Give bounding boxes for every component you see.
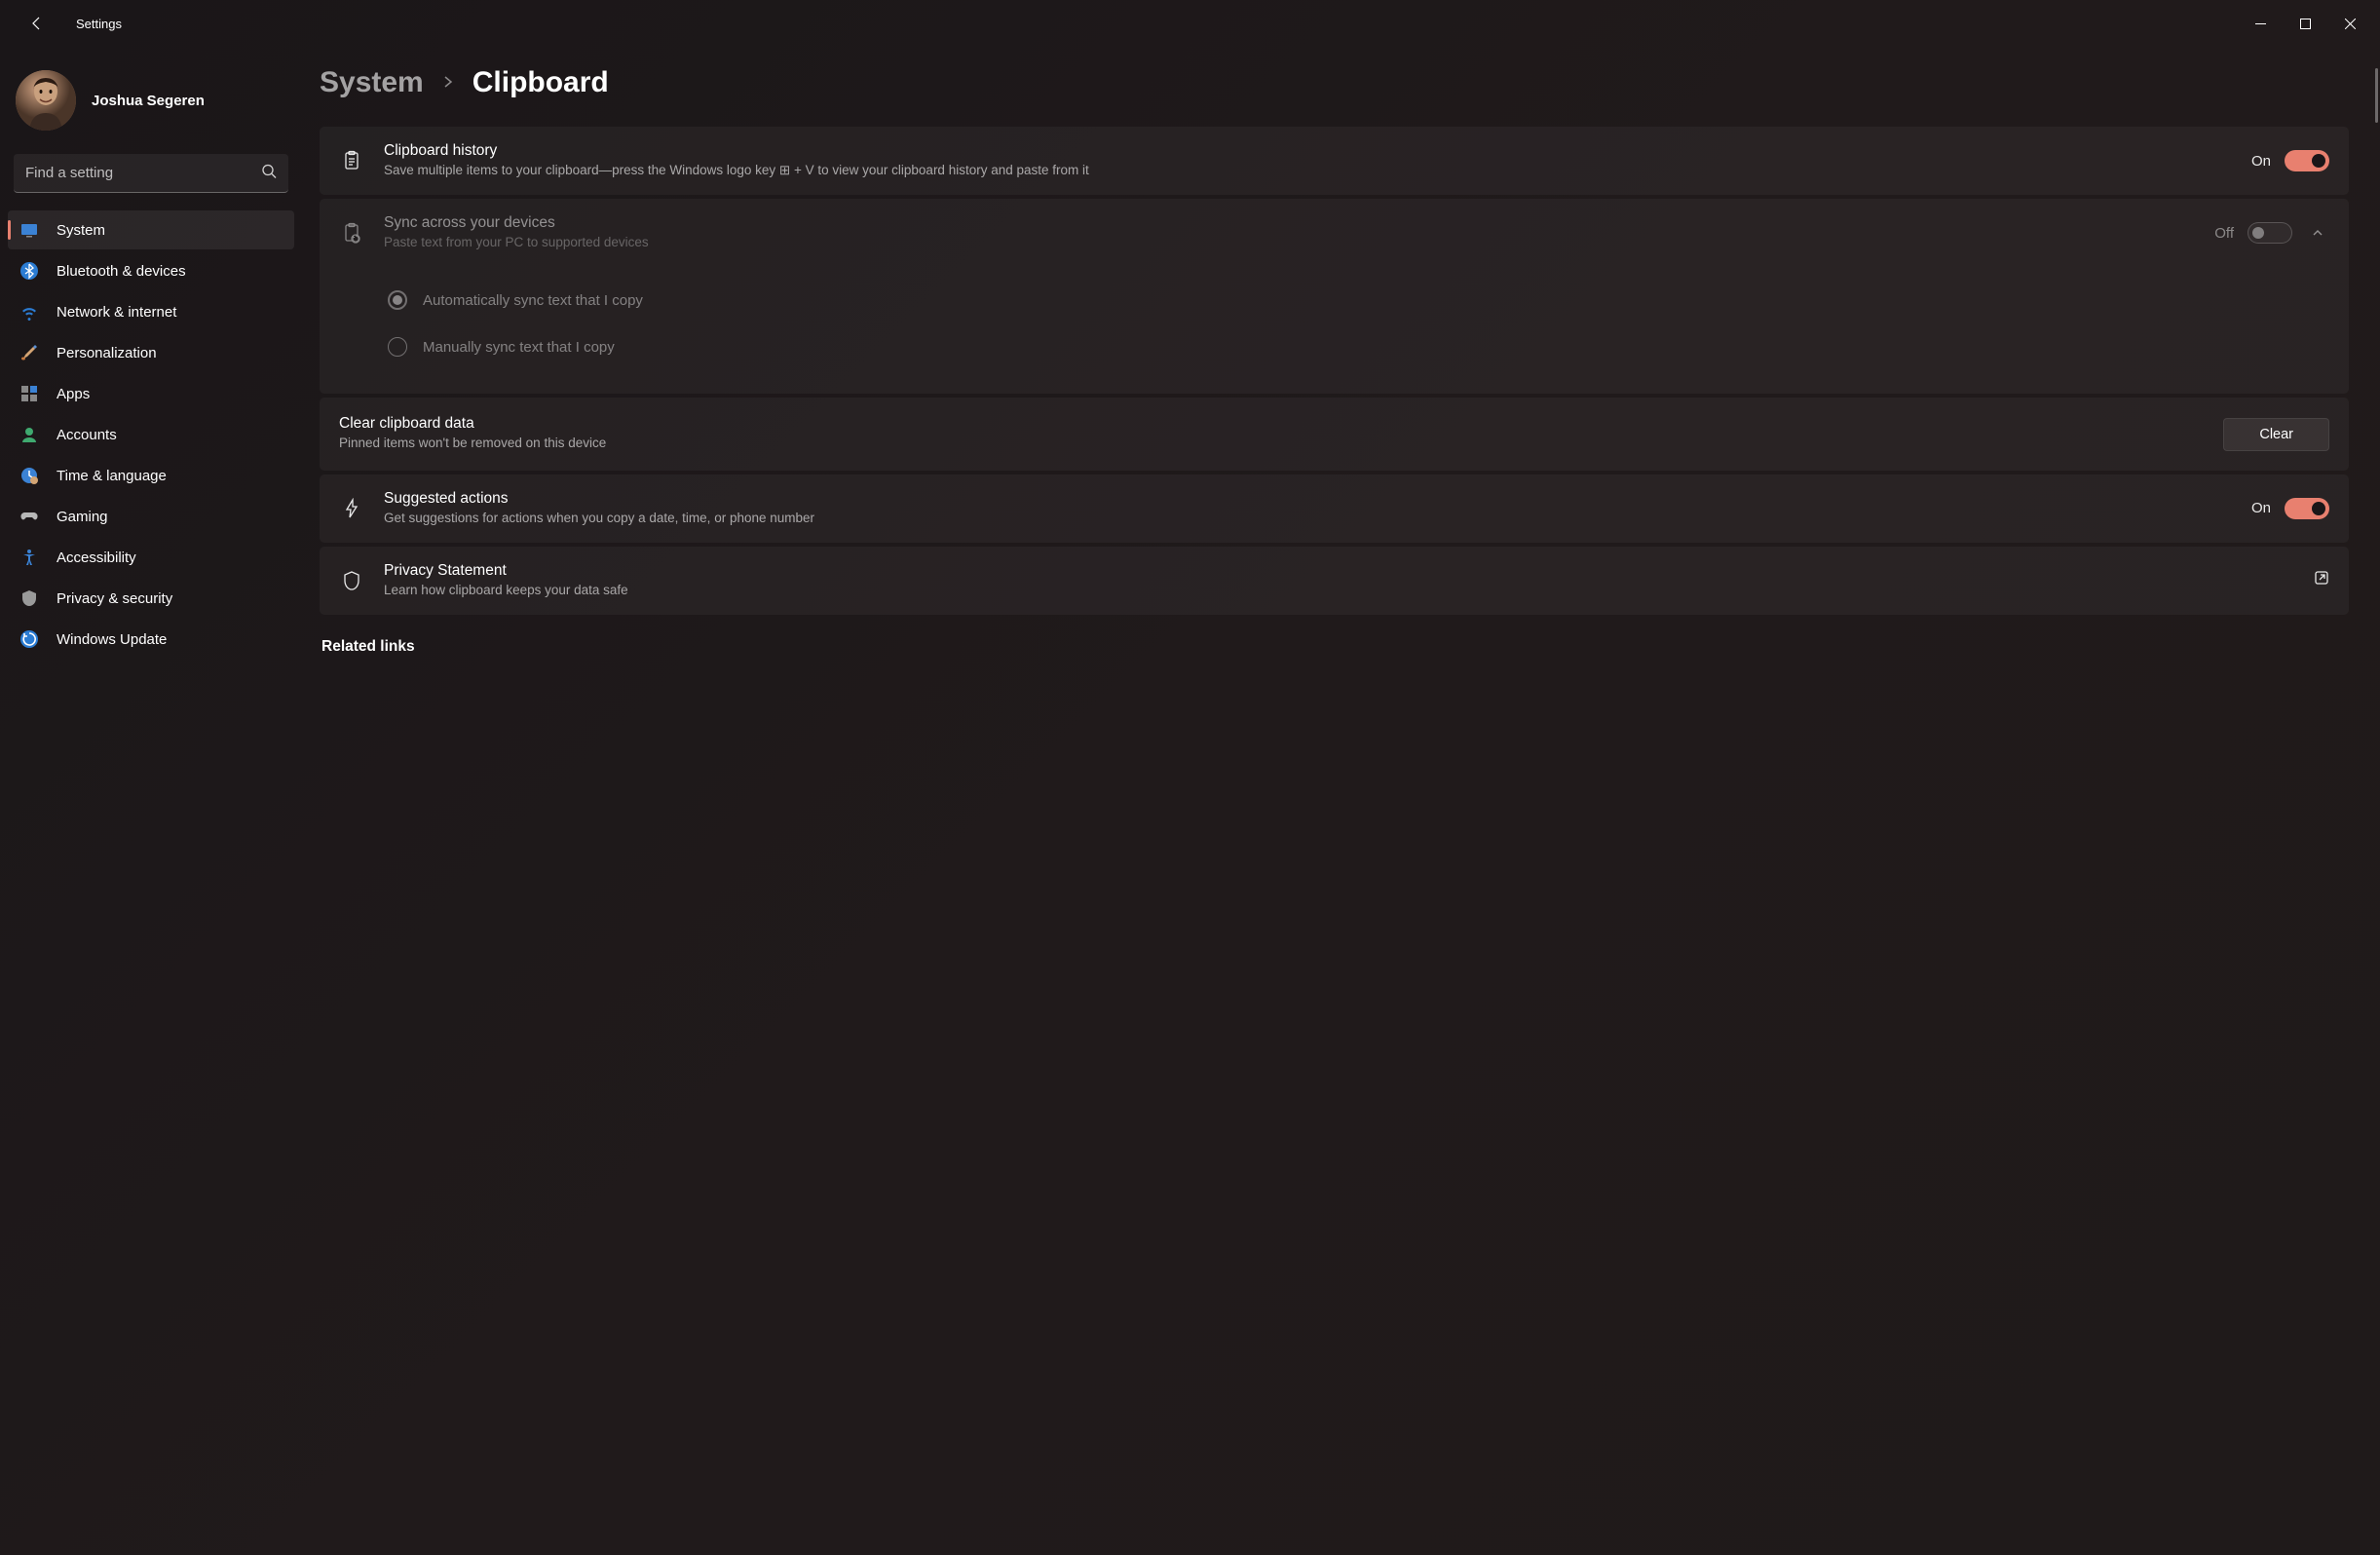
- nav-label: Gaming: [57, 509, 108, 525]
- minimize-button[interactable]: [2238, 8, 2283, 39]
- sidebar: Joshua Segeren System Bluetooth & device…: [0, 47, 302, 1555]
- sidebar-item-accounts[interactable]: Accounts: [8, 415, 294, 454]
- card-desc: Get suggestions for actions when you cop…: [384, 510, 2232, 527]
- sidebar-item-personalization[interactable]: Personalization: [8, 333, 294, 372]
- lightning-icon: [339, 498, 364, 519]
- shield-icon: [19, 588, 39, 608]
- card-desc: Paste text from your PC to supported dev…: [384, 234, 2195, 251]
- gamepad-icon: [19, 507, 39, 526]
- clear-button[interactable]: Clear: [2223, 418, 2329, 451]
- clipboard-history-toggle[interactable]: [2285, 150, 2329, 171]
- card-desc: Learn how clipboard keeps your data safe: [384, 582, 2294, 599]
- display-icon: [19, 220, 39, 240]
- main-content: System Clipboard Clipboard history Save …: [302, 47, 2380, 1555]
- chevron-right-icon: [441, 72, 455, 95]
- nav-label: Time & language: [57, 468, 167, 484]
- breadcrumb-current: Clipboard: [472, 66, 609, 99]
- radio-icon: [388, 337, 407, 357]
- search-box: [14, 154, 288, 193]
- radio-option-auto[interactable]: Automatically sync text that I copy: [388, 277, 2329, 323]
- sidebar-item-gaming[interactable]: Gaming: [8, 497, 294, 536]
- breadcrumb-parent[interactable]: System: [320, 66, 424, 99]
- scrollbar-thumb[interactable]: [2375, 68, 2378, 123]
- expand-button[interactable]: [2306, 221, 2329, 245]
- clipboard-sync-icon: [339, 222, 364, 244]
- related-links-heading: Related links: [321, 638, 2349, 656]
- radio-option-manual[interactable]: Manually sync text that I copy: [388, 323, 2329, 370]
- bluetooth-icon: [19, 261, 39, 281]
- card-clipboard-history: Clipboard history Save multiple items to…: [320, 127, 2349, 195]
- nav-label: Accounts: [57, 427, 117, 443]
- maximize-button[interactable]: [2283, 8, 2327, 39]
- update-icon: [19, 629, 39, 649]
- search-icon: [261, 164, 277, 184]
- wifi-icon: [19, 302, 39, 322]
- card-title: Sync across your devices: [384, 214, 2195, 232]
- nav-label: Personalization: [57, 345, 157, 361]
- card-clear-clipboard: Clear clipboard data Pinned items won't …: [320, 398, 2349, 470]
- search-input[interactable]: [14, 154, 288, 193]
- person-icon: [19, 425, 39, 444]
- sidebar-item-system[interactable]: System: [8, 210, 294, 249]
- suggested-actions-toggle[interactable]: [2285, 498, 2329, 519]
- card-desc: Save multiple items to your clipboard—pr…: [384, 162, 2232, 179]
- nav-label: Bluetooth & devices: [57, 263, 186, 280]
- nav-label: Windows Update: [57, 631, 167, 648]
- sidebar-item-network[interactable]: Network & internet: [8, 292, 294, 331]
- card-privacy-statement[interactable]: Privacy Statement Learn how clipboard ke…: [320, 547, 2349, 615]
- card-title: Suggested actions: [384, 490, 2232, 508]
- nav-label: System: [57, 222, 105, 239]
- close-button[interactable]: [2327, 8, 2372, 39]
- titlebar: Settings: [0, 0, 2380, 47]
- card-sync-devices: Sync across your devices Paste text from…: [320, 199, 2349, 394]
- nav-label: Apps: [57, 386, 90, 402]
- sidebar-item-privacy[interactable]: Privacy & security: [8, 579, 294, 618]
- sync-options: Automatically sync text that I copy Manu…: [320, 267, 2349, 394]
- radio-label: Automatically sync text that I copy: [423, 292, 643, 309]
- profile-block[interactable]: Joshua Segeren: [8, 58, 294, 150]
- radio-label: Manually sync text that I copy: [423, 339, 615, 356]
- card-title: Clipboard history: [384, 142, 2232, 160]
- sidebar-item-windows-update[interactable]: Windows Update: [8, 620, 294, 659]
- window-title: Settings: [76, 17, 122, 31]
- sidebar-item-apps[interactable]: Apps: [8, 374, 294, 413]
- nav-label: Privacy & security: [57, 590, 172, 607]
- sidebar-item-time-language[interactable]: Time & language: [8, 456, 294, 495]
- toggle-state-label: On: [2251, 500, 2271, 516]
- back-button[interactable]: [21, 8, 53, 39]
- apps-icon: [19, 384, 39, 403]
- card-suggested-actions: Suggested actions Get suggestions for ac…: [320, 474, 2349, 543]
- paintbrush-icon: [19, 343, 39, 362]
- card-desc: Pinned items won't be removed on this de…: [339, 435, 2223, 452]
- username: Joshua Segeren: [92, 93, 205, 109]
- sidebar-item-accessibility[interactable]: Accessibility: [8, 538, 294, 577]
- breadcrumb: System Clipboard: [320, 66, 2349, 99]
- clock-globe-icon: [19, 466, 39, 485]
- clipboard-icon: [339, 150, 364, 171]
- radio-selected-icon: [388, 290, 407, 310]
- nav: System Bluetooth & devices Network & int…: [8, 210, 294, 659]
- external-link-icon: [2314, 570, 2329, 590]
- card-title: Privacy Statement: [384, 562, 2294, 580]
- nav-label: Accessibility: [57, 550, 136, 566]
- card-title: Clear clipboard data: [339, 415, 2223, 433]
- toggle-state-label: Off: [2214, 225, 2234, 242]
- avatar: [16, 70, 76, 131]
- sync-devices-toggle[interactable]: [2248, 222, 2292, 244]
- toggle-state-label: On: [2251, 153, 2271, 170]
- sidebar-item-bluetooth[interactable]: Bluetooth & devices: [8, 251, 294, 290]
- accessibility-icon: [19, 548, 39, 567]
- shield-outline-icon: [339, 570, 364, 591]
- nav-label: Network & internet: [57, 304, 176, 321]
